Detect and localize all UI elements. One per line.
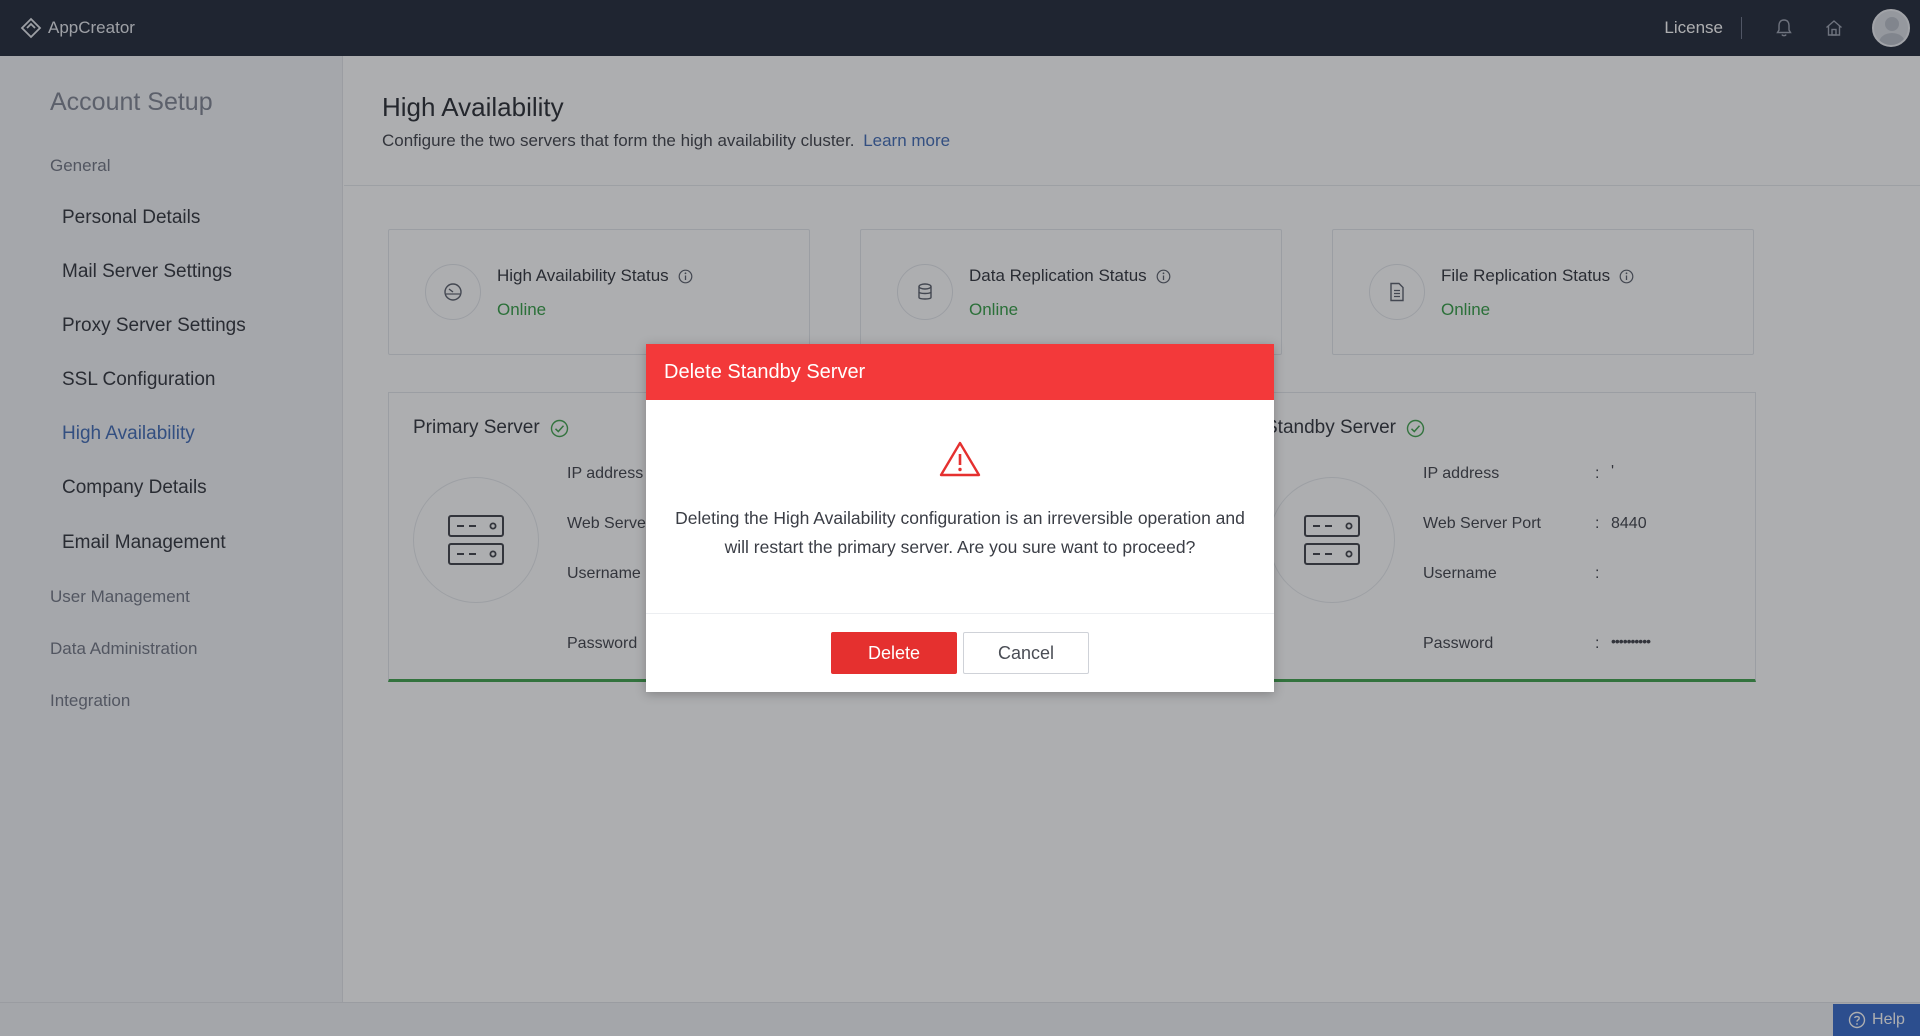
dialog-message: Deleting the High Availability configura… [675, 508, 1245, 557]
dialog-body: Deleting the High Availability configura… [646, 400, 1274, 614]
delete-button[interactable]: Delete [831, 632, 957, 674]
help-icon [1848, 1011, 1866, 1029]
cancel-button[interactable]: Cancel [963, 632, 1089, 674]
dialog-header: Delete Standby Server [646, 344, 1274, 400]
dialog-footer: Delete Cancel [646, 614, 1274, 692]
help-button[interactable]: Help [1833, 1004, 1920, 1036]
dialog-title: Delete Standby Server [664, 360, 866, 383]
help-label: Help [1872, 1011, 1905, 1028]
delete-standby-dialog: Delete Standby Server Deleting the High … [646, 344, 1274, 692]
warning-icon [939, 441, 981, 477]
